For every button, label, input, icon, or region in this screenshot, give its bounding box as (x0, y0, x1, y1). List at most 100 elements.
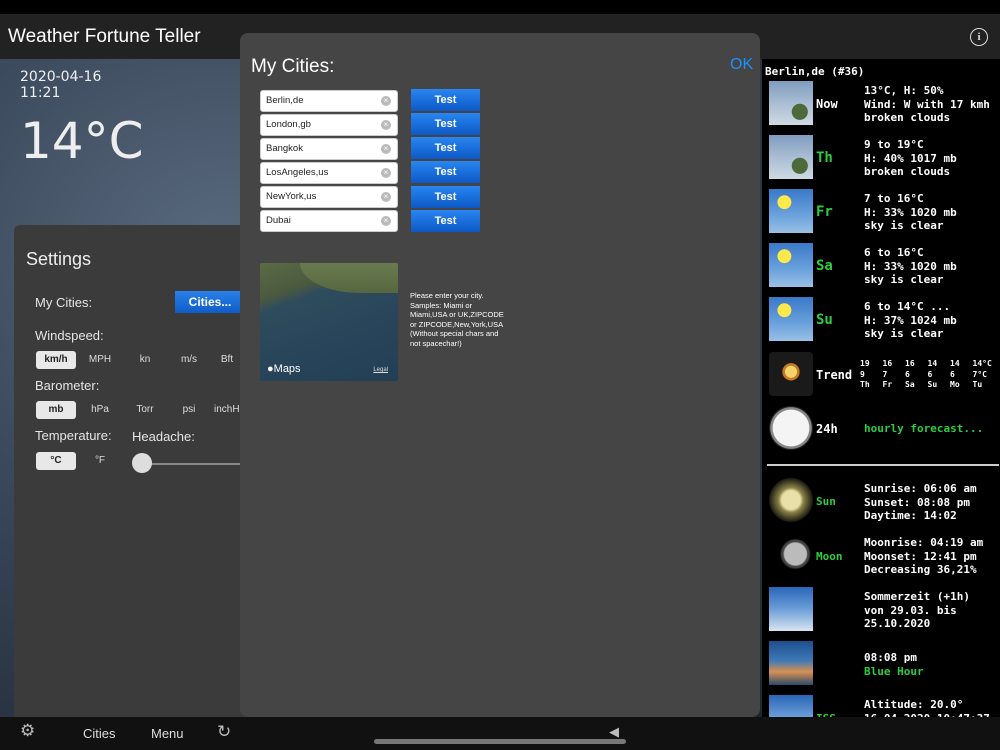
windspeed-ms[interactable]: m/s (169, 351, 209, 369)
windspeed-kmh[interactable]: km/h (36, 351, 76, 369)
windspeed-mph[interactable]: MPH (80, 351, 120, 369)
clear-icon[interactable]: × (381, 168, 391, 178)
refresh-icon[interactable]: ↻ (217, 722, 231, 742)
barometer-inchhg[interactable]: inchHg (214, 401, 240, 419)
test-button-1[interactable]: Test (411, 89, 480, 111)
trend-highs: 19 16 16 14 14 14°C (860, 359, 992, 368)
trend-grid: 19 16 16 14 14 14°C 9 7 6 6 6 7°C Th Fr Sa Su Mo Tu (860, 359, 995, 391)
dialog-title: My Cities: (251, 56, 335, 77)
maps-logo: ●Maps (267, 363, 301, 375)
clear-icon[interactable]: × (381, 216, 391, 226)
gear-icon[interactable]: ⚙ (20, 721, 46, 743)
forecast-row-text: 7 to 16°C H: 33% 1020 mb sky is clear (864, 192, 957, 232)
maps-logo-text: Maps (273, 363, 301, 375)
windspeed-bft[interactable]: Bft (214, 351, 240, 369)
cloud-icon (769, 81, 813, 125)
sun-icon (769, 478, 813, 522)
clear-icon[interactable]: × (381, 144, 391, 154)
city-field-2[interactable]: London,gb × (260, 114, 398, 136)
city-field-6[interactable]: Dubai × (260, 210, 398, 232)
current-time: 11:21 (20, 85, 61, 101)
city-field-1[interactable]: Berlin,de × (260, 90, 398, 112)
test-button-4[interactable]: Test (411, 161, 480, 183)
forecast-row-text: 6 to 14°C ... H: 37% 1024 mb sky is clea… (864, 300, 957, 340)
clock-icon (769, 406, 813, 450)
menu-tab[interactable]: Menu (151, 726, 184, 741)
windspeed-label: Windspeed: (35, 328, 104, 343)
map-legal-link[interactable]: Legal (373, 367, 388, 373)
blue-hour-label: Blue Hour (864, 665, 924, 678)
apple-icon: ● (267, 363, 274, 375)
trend-label: Trend (816, 368, 853, 382)
thermometer-icon (769, 352, 813, 396)
headache-slider-track[interactable] (142, 463, 242, 465)
barometer-psi[interactable]: psi (169, 401, 209, 419)
test-button-2[interactable]: Test (411, 113, 480, 135)
status-bar (0, 0, 1000, 14)
cloud-icon (769, 135, 813, 179)
city-help-text: Please enter your city. Samples: Miami o… (410, 291, 504, 348)
forecast-row-label: Th (816, 150, 833, 166)
temperature-fahrenheit[interactable]: °F (80, 452, 120, 470)
forecast-city: Berlin,de (#36) (765, 65, 865, 78)
sun-times: Sunrise: 06:06 am Sunset: 08:08 pm Dayti… (864, 482, 977, 522)
trend-days: Th Fr Sa Su Mo Tu (860, 380, 983, 389)
moon-icon (769, 532, 813, 576)
city-field-value: Bangkok (266, 143, 303, 154)
dusk-icon (769, 641, 813, 685)
hourly-label: 24h (816, 422, 838, 436)
clear-icon[interactable]: × (381, 96, 391, 106)
city-field-3[interactable]: Bangkok × (260, 138, 398, 160)
barometer-hpa[interactable]: hPa (80, 401, 120, 419)
cities-button[interactable]: Cities... (175, 291, 245, 313)
forecast-row-label: Now (816, 97, 838, 111)
hourly-forecast-link[interactable]: hourly forecast... (864, 422, 983, 436)
my-cities-label: My Cities: (35, 295, 93, 310)
sun-icon (769, 189, 813, 233)
barometer-torr[interactable]: Torr (125, 401, 165, 419)
city-map[interactable]: ●Maps Legal (260, 263, 398, 381)
current-date: 2020-04-16 (20, 69, 102, 85)
blue-hour-time: 08:08 pm (864, 651, 917, 664)
map-land (300, 263, 398, 293)
test-button-3[interactable]: Test (411, 137, 480, 159)
headache-label: Headache: (132, 429, 195, 444)
test-button-5[interactable]: Test (411, 186, 480, 208)
forecast-row-text: 9 to 19°C H: 40% 1017 mb broken clouds (864, 138, 957, 178)
back-arrow-icon[interactable]: ◀ (609, 724, 619, 740)
temperature-label: Temperature: (35, 428, 112, 443)
sun-label: Sun (816, 495, 836, 508)
forecast-row-text: 6 to 16°C H: 33% 1020 mb sky is clear (864, 246, 957, 286)
forecast-row-text: 13°C, H: 50% Wind: W with 17 kmh broken … (864, 84, 990, 124)
app-title: Weather Fortune Teller (8, 26, 201, 47)
info-icon[interactable]: i (970, 28, 988, 46)
moon-label: Moon (816, 550, 843, 563)
city-field-4[interactable]: LosAngeles,us × (260, 162, 398, 184)
test-button-6[interactable]: Test (411, 210, 480, 232)
barometer-label: Barometer: (35, 378, 100, 393)
current-datetime: 2020-04-16 11:21 (20, 69, 101, 101)
bottom-toolbar (0, 717, 1000, 750)
home-indicator (374, 739, 626, 744)
temperature-celsius[interactable]: °C (36, 452, 76, 470)
forecast-divider (767, 464, 999, 466)
city-field-value: NewYork,us (266, 191, 317, 202)
current-temperature: 14°C (20, 112, 144, 170)
dst-info: Sommerzeit (+1h) von 29.03. bis 25.10.20… (864, 590, 970, 630)
sun-icon (769, 243, 813, 287)
barometer-mb[interactable]: mb (36, 401, 76, 419)
forecast-row-label: Fr (816, 204, 833, 220)
trend-lows: 9 7 6 6 6 7°C (860, 369, 987, 379)
ok-button[interactable]: OK (730, 56, 753, 74)
headache-slider-knob[interactable] (132, 453, 152, 473)
city-field-5[interactable]: NewYork,us × (260, 186, 398, 208)
city-field-value: Dubai (266, 215, 291, 226)
sun-icon (769, 297, 813, 341)
settings-title: Settings (26, 249, 92, 269)
forecast-row-label: Sa (816, 258, 833, 274)
moon-times: Moonrise: 04:19 am Moonset: 12:41 pm Dec… (864, 536, 984, 576)
clear-icon[interactable]: × (381, 192, 391, 202)
clear-icon[interactable]: × (381, 120, 391, 130)
windspeed-kn[interactable]: kn (125, 351, 165, 369)
cities-tab[interactable]: Cities (83, 726, 116, 741)
